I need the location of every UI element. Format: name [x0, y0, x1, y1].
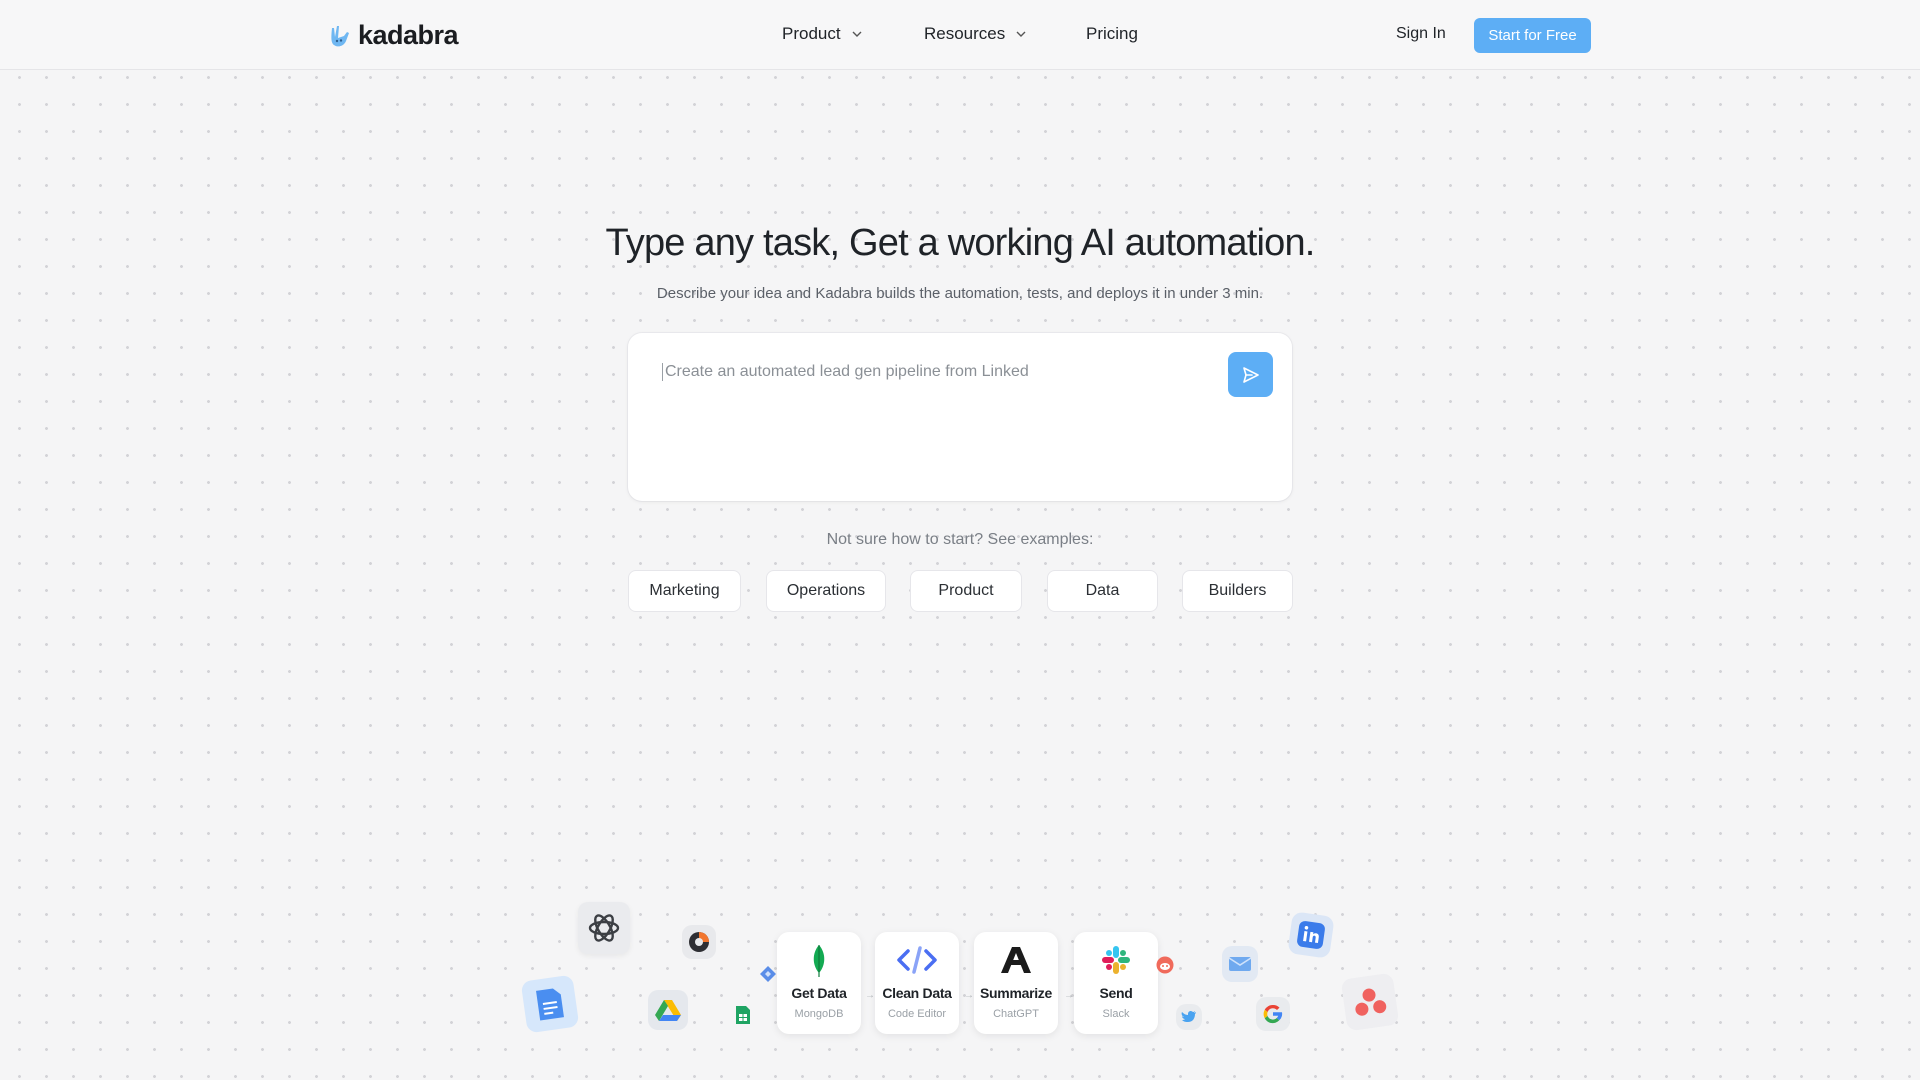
example-chip-product[interactable]: Product	[910, 570, 1022, 612]
step-subtitle: Slack	[1102, 1008, 1130, 1020]
sheets-icon	[732, 1004, 754, 1026]
google-icon	[1256, 997, 1290, 1031]
prompt-card	[628, 333, 1292, 501]
send-button[interactable]	[1228, 352, 1273, 397]
workflow-step-clean-data: Clean Data Code Editor	[875, 932, 959, 1034]
nav-resources[interactable]: Resources	[924, 24, 1064, 44]
hero-subtitle: Describe your idea and Kadabra builds th…	[656, 285, 1264, 302]
docs-icon	[520, 974, 580, 1034]
step-title: Send	[1099, 985, 1133, 1001]
example-chip-builders[interactable]: Builders	[1182, 570, 1293, 612]
mail-icon	[1222, 946, 1258, 982]
chevron-down-icon	[852, 31, 862, 37]
step-title: Get Data	[791, 985, 847, 1001]
anthropic-icon	[1001, 947, 1031, 973]
drive-icon	[648, 990, 688, 1030]
workflow-step-send: Send Slack	[1074, 932, 1158, 1034]
nav-pricing-label: Pricing	[1086, 24, 1138, 43]
workflow-step-get-data: Get Data MongoDB	[777, 932, 861, 1034]
step-title: Clean Data	[882, 985, 952, 1001]
step-title: Summarize	[980, 985, 1052, 1001]
arrow-icon: →	[964, 990, 974, 1001]
slack-icon	[1102, 946, 1130, 974]
start-for-free-button[interactable]: Start for Free	[1474, 18, 1591, 53]
code-icon	[897, 946, 937, 974]
openai-icon	[578, 902, 630, 954]
example-chip-data[interactable]: Data	[1047, 570, 1158, 612]
nav-pricing[interactable]: Pricing	[1086, 24, 1166, 44]
diamond-icon	[758, 964, 778, 984]
arrow-icon: →	[1064, 990, 1074, 1001]
step-subtitle: ChatGPT	[993, 1008, 1039, 1020]
step-subtitle: Code Editor	[887, 1008, 947, 1020]
workflow-step-summarize: Summarize ChatGPT	[974, 932, 1058, 1034]
step-subtitle: MongoDB	[794, 1008, 844, 1020]
hand-logo-icon	[331, 25, 349, 46]
prompt-input[interactable]	[662, 363, 1205, 381]
sign-in-link[interactable]: Sign In	[1396, 25, 1446, 43]
nav-product[interactable]: Product	[782, 24, 902, 44]
mongodb-icon	[813, 945, 825, 977]
example-chip-marketing[interactable]: Marketing	[628, 570, 741, 612]
brand-name: kadabra	[358, 20, 459, 50]
reddit-icon	[1154, 954, 1176, 976]
chevron-down-icon	[1016, 31, 1026, 37]
hero-title: Type any task, Get a working AI automati…	[605, 222, 1315, 264]
arrow-icon: →	[865, 990, 875, 1001]
examples-label: Not sure how to start? See examples:	[826, 531, 1094, 548]
send-icon	[1242, 366, 1259, 383]
twitter-icon	[1176, 1004, 1202, 1030]
example-chip-operations[interactable]: Operations	[766, 570, 886, 612]
asana-icon	[1340, 972, 1400, 1032]
kadabra-logo[interactable]: kadabra	[328, 20, 459, 51]
nav-resources-label: Resources	[924, 24, 1006, 43]
top-navbar: kadabra Product Resources Pricing Sign I…	[0, 0, 1920, 70]
nav-product-label: Product	[782, 24, 841, 43]
clock-app-icon	[682, 925, 716, 959]
linkedin-icon	[1287, 911, 1335, 959]
